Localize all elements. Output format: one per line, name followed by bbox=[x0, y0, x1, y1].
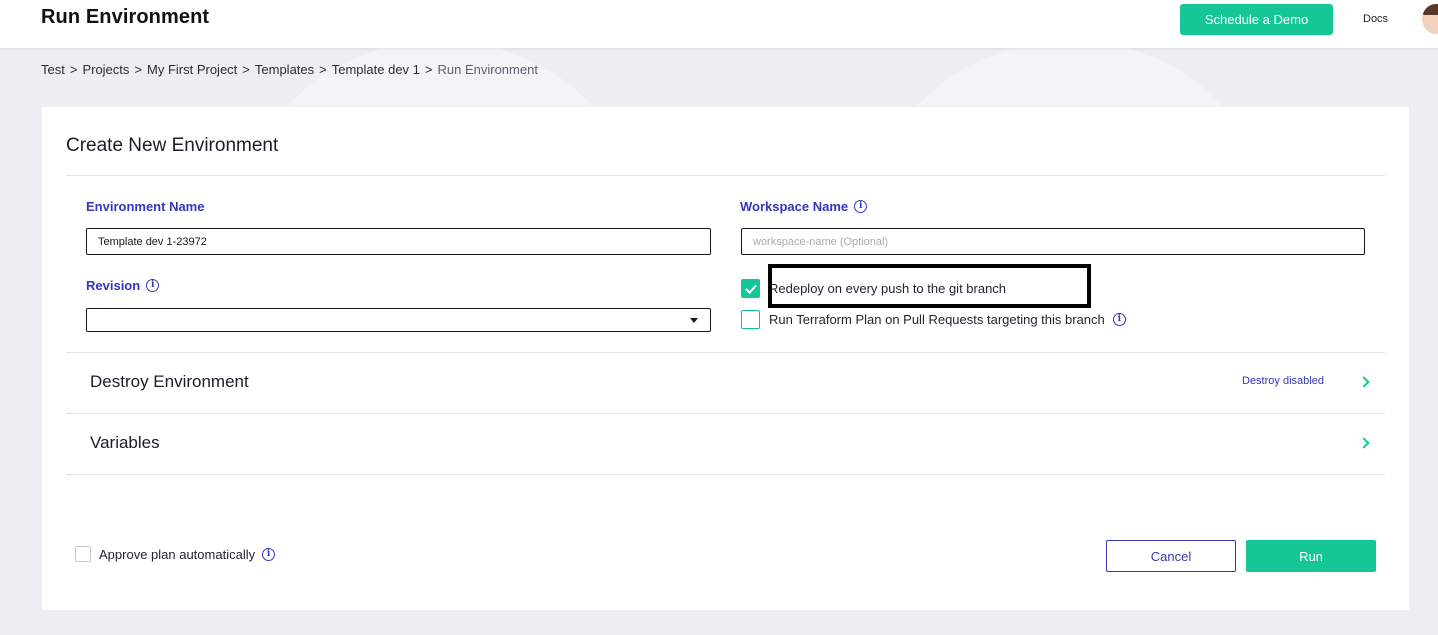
chevron-right-icon[interactable] bbox=[1358, 376, 1370, 388]
info-icon[interactable]: i bbox=[262, 547, 276, 561]
divider bbox=[66, 474, 1385, 475]
revision-label: Revision i bbox=[86, 278, 160, 293]
card-title: Create New Environment bbox=[66, 135, 279, 156]
revision-select[interactable] bbox=[86, 308, 711, 332]
destroy-status: Destroy disabled bbox=[1242, 375, 1324, 387]
approve-plan-label: Approve plan automatically bbox=[99, 546, 256, 562]
approve-plan-checkbox[interactable] bbox=[75, 546, 91, 562]
revision-label-text: Revision bbox=[86, 278, 141, 293]
divider bbox=[66, 175, 1385, 176]
breadcrumb-item-projects[interactable]: Projects bbox=[82, 62, 129, 77]
variables-title: Variables bbox=[90, 433, 160, 452]
divider bbox=[66, 352, 1385, 353]
caret-down-icon bbox=[690, 318, 698, 323]
terraform-plan-option[interactable]: Run Terraform Plan on Pull Requests targ… bbox=[741, 310, 1126, 329]
checkmark-icon bbox=[744, 284, 757, 294]
approve-plan-option[interactable]: Approve plan automatically i bbox=[75, 546, 276, 562]
avatar[interactable] bbox=[1422, 4, 1438, 34]
environment-name-input[interactable] bbox=[86, 228, 711, 255]
environment-name-label: Environment Name bbox=[86, 199, 204, 214]
breadcrumb-separator: > bbox=[69, 62, 78, 77]
redeploy-checkbox[interactable] bbox=[741, 279, 760, 298]
info-icon[interactable]: i bbox=[146, 279, 160, 292]
breadcrumb-separator: > bbox=[134, 62, 142, 77]
chevron-right-icon[interactable] bbox=[1358, 437, 1370, 449]
annotation-highlight-box bbox=[768, 264, 1091, 308]
page-title: Run Environment bbox=[41, 6, 210, 28]
workspace-name-label-text: Workspace Name bbox=[740, 199, 849, 214]
schedule-demo-button[interactable]: Schedule a Demo bbox=[1180, 4, 1333, 35]
workspace-name-label: Workspace Name i bbox=[740, 199, 868, 214]
avatar-hair bbox=[1422, 4, 1438, 15]
breadcrumb-separator: > bbox=[242, 62, 250, 77]
docs-link[interactable]: Docs bbox=[1363, 13, 1388, 25]
info-icon[interactable]: i bbox=[854, 200, 868, 213]
create-environment-card: Create New Environment Environment Name … bbox=[42, 107, 1409, 610]
breadcrumb-item-test[interactable]: Test bbox=[41, 62, 65, 77]
top-bar: Run Environment Schedule a Demo Docs bbox=[0, 0, 1438, 48]
breadcrumb-current: Run Environment bbox=[437, 62, 538, 77]
cancel-button[interactable]: Cancel bbox=[1106, 540, 1236, 572]
terraform-plan-label: Run Terraform Plan on Pull Requests targ… bbox=[769, 312, 1105, 327]
divider bbox=[66, 413, 1385, 414]
environment-name-label-text: Environment Name bbox=[86, 199, 205, 214]
breadcrumb-separator: > bbox=[319, 62, 327, 77]
terraform-plan-checkbox[interactable] bbox=[741, 310, 760, 329]
breadcrumb-item-my-first-project[interactable]: My First Project bbox=[147, 62, 237, 77]
workspace-name-input[interactable] bbox=[741, 228, 1365, 255]
breadcrumb: Test > Projects > My First Project > Tem… bbox=[41, 62, 538, 77]
breadcrumb-item-templates[interactable]: Templates bbox=[255, 62, 314, 77]
breadcrumb-separator: > bbox=[424, 62, 433, 77]
breadcrumb-item-template-dev-1[interactable]: Template dev 1 bbox=[332, 62, 420, 77]
run-button[interactable]: Run bbox=[1246, 540, 1376, 572]
destroy-environment-title: Destroy Environment bbox=[90, 372, 249, 391]
info-icon[interactable]: i bbox=[1112, 313, 1126, 326]
